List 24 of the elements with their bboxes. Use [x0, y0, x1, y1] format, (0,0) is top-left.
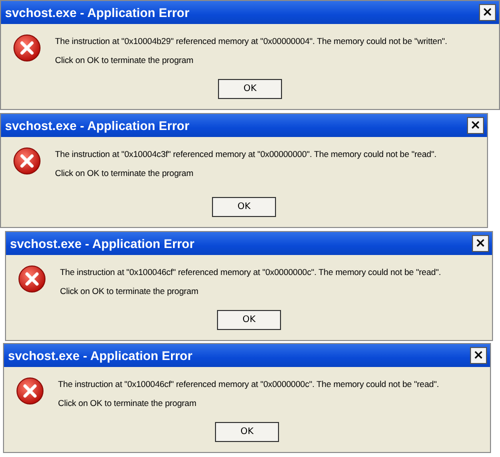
window-title: svchost.exe - Application Error [5, 6, 190, 20]
error-message: The instruction at "0x10004b29" referenced memory at "0x00000004". The memory could not be "written". [55, 36, 448, 46]
window-title: svchost.exe - Application Error [8, 348, 192, 362]
error-icon [16, 377, 44, 405]
hint-text: Click on OK to terminate the program [55, 168, 194, 178]
window-title: svchost.exe - Application Error [5, 118, 190, 132]
hint-text: Click on OK to terminate the program [58, 398, 198, 408]
hint-text: Click on OK to terminate the program [55, 55, 194, 65]
error-icon [13, 34, 41, 62]
error-icon [13, 147, 41, 175]
error-message: The instruction at "0x100046cf" referenced memory at "0x0000000c". The memory could not be "read". [60, 267, 441, 277]
close-button[interactable]: × [479, 4, 496, 21]
hint-text: Click on OK to terminate the program [60, 286, 200, 296]
ok-button[interactable]: OK [212, 197, 276, 217]
ok-button[interactable]: OK [217, 310, 281, 330]
ok-button[interactable]: OK [215, 422, 279, 442]
close-button[interactable]: × [472, 235, 489, 252]
error-message: The instruction at "0x100046cf" referenced memory at "0x0000000c". The memory could not be "read". [58, 379, 439, 389]
window-title: svchost.exe - Application Error [10, 236, 194, 250]
error-message: The instruction at "0x10004c3f" referenced memory at "0x00000000". The memory could not be "read". [55, 149, 436, 159]
ok-button[interactable]: OK [218, 79, 282, 99]
close-button[interactable]: × [470, 347, 487, 364]
error-icon [18, 265, 46, 293]
close-button[interactable]: × [467, 117, 484, 134]
